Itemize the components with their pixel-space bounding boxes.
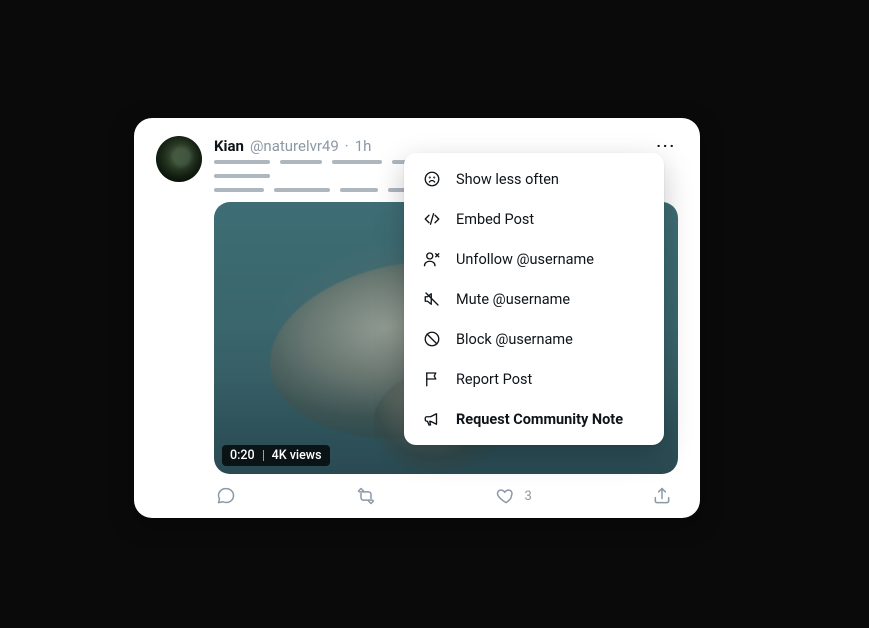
user-remove-icon — [422, 249, 442, 269]
menu-report[interactable]: Report Post — [404, 359, 664, 399]
avatar[interactable] — [156, 136, 202, 182]
video-views: 4K views — [272, 448, 322, 463]
more-menu-button[interactable]: ··· — [654, 136, 678, 156]
menu-request-note[interactable]: Request Community Note — [404, 399, 664, 439]
menu-unfollow[interactable]: Unfollow @username — [404, 239, 664, 279]
block-icon — [422, 329, 442, 349]
menu-label: Request Community Note — [456, 411, 623, 428]
video-duration: 0:20 — [230, 448, 255, 463]
repost-icon — [356, 486, 376, 506]
post-actions: 3 — [214, 486, 678, 506]
menu-label: Report Post — [456, 371, 532, 388]
menu-label: Unfollow @username — [456, 251, 594, 268]
flag-icon — [422, 369, 442, 389]
more-menu: Show less often Embed Post Unfollow @use… — [404, 153, 664, 445]
like-button[interactable]: 3 — [496, 486, 531, 506]
menu-embed[interactable]: Embed Post — [404, 199, 664, 239]
menu-block[interactable]: Block @username — [404, 319, 664, 359]
menu-label: Embed Post — [456, 211, 534, 228]
reply-icon — [216, 486, 236, 506]
code-icon — [422, 209, 442, 229]
menu-label: Show less often — [456, 171, 559, 188]
reply-button[interactable] — [216, 486, 236, 506]
menu-show-less[interactable]: Show less often — [404, 159, 664, 199]
username[interactable]: @naturelvr49 — [250, 136, 339, 156]
share-button[interactable] — [652, 486, 672, 506]
like-count: 3 — [524, 489, 531, 504]
video-meta: 0:20 4K views — [222, 445, 330, 466]
display-name[interactable]: Kian — [214, 136, 244, 156]
repost-button[interactable] — [356, 486, 376, 506]
megaphone-icon — [422, 409, 442, 429]
share-icon — [652, 486, 672, 506]
time-separator: · — [345, 136, 349, 156]
menu-label: Block @username — [456, 331, 573, 348]
frown-icon — [422, 169, 442, 189]
post-time[interactable]: 1h — [355, 136, 372, 156]
mute-icon — [422, 289, 442, 309]
menu-mute[interactable]: Mute @username — [404, 279, 664, 319]
heart-icon — [496, 486, 516, 506]
menu-label: Mute @username — [456, 291, 570, 308]
